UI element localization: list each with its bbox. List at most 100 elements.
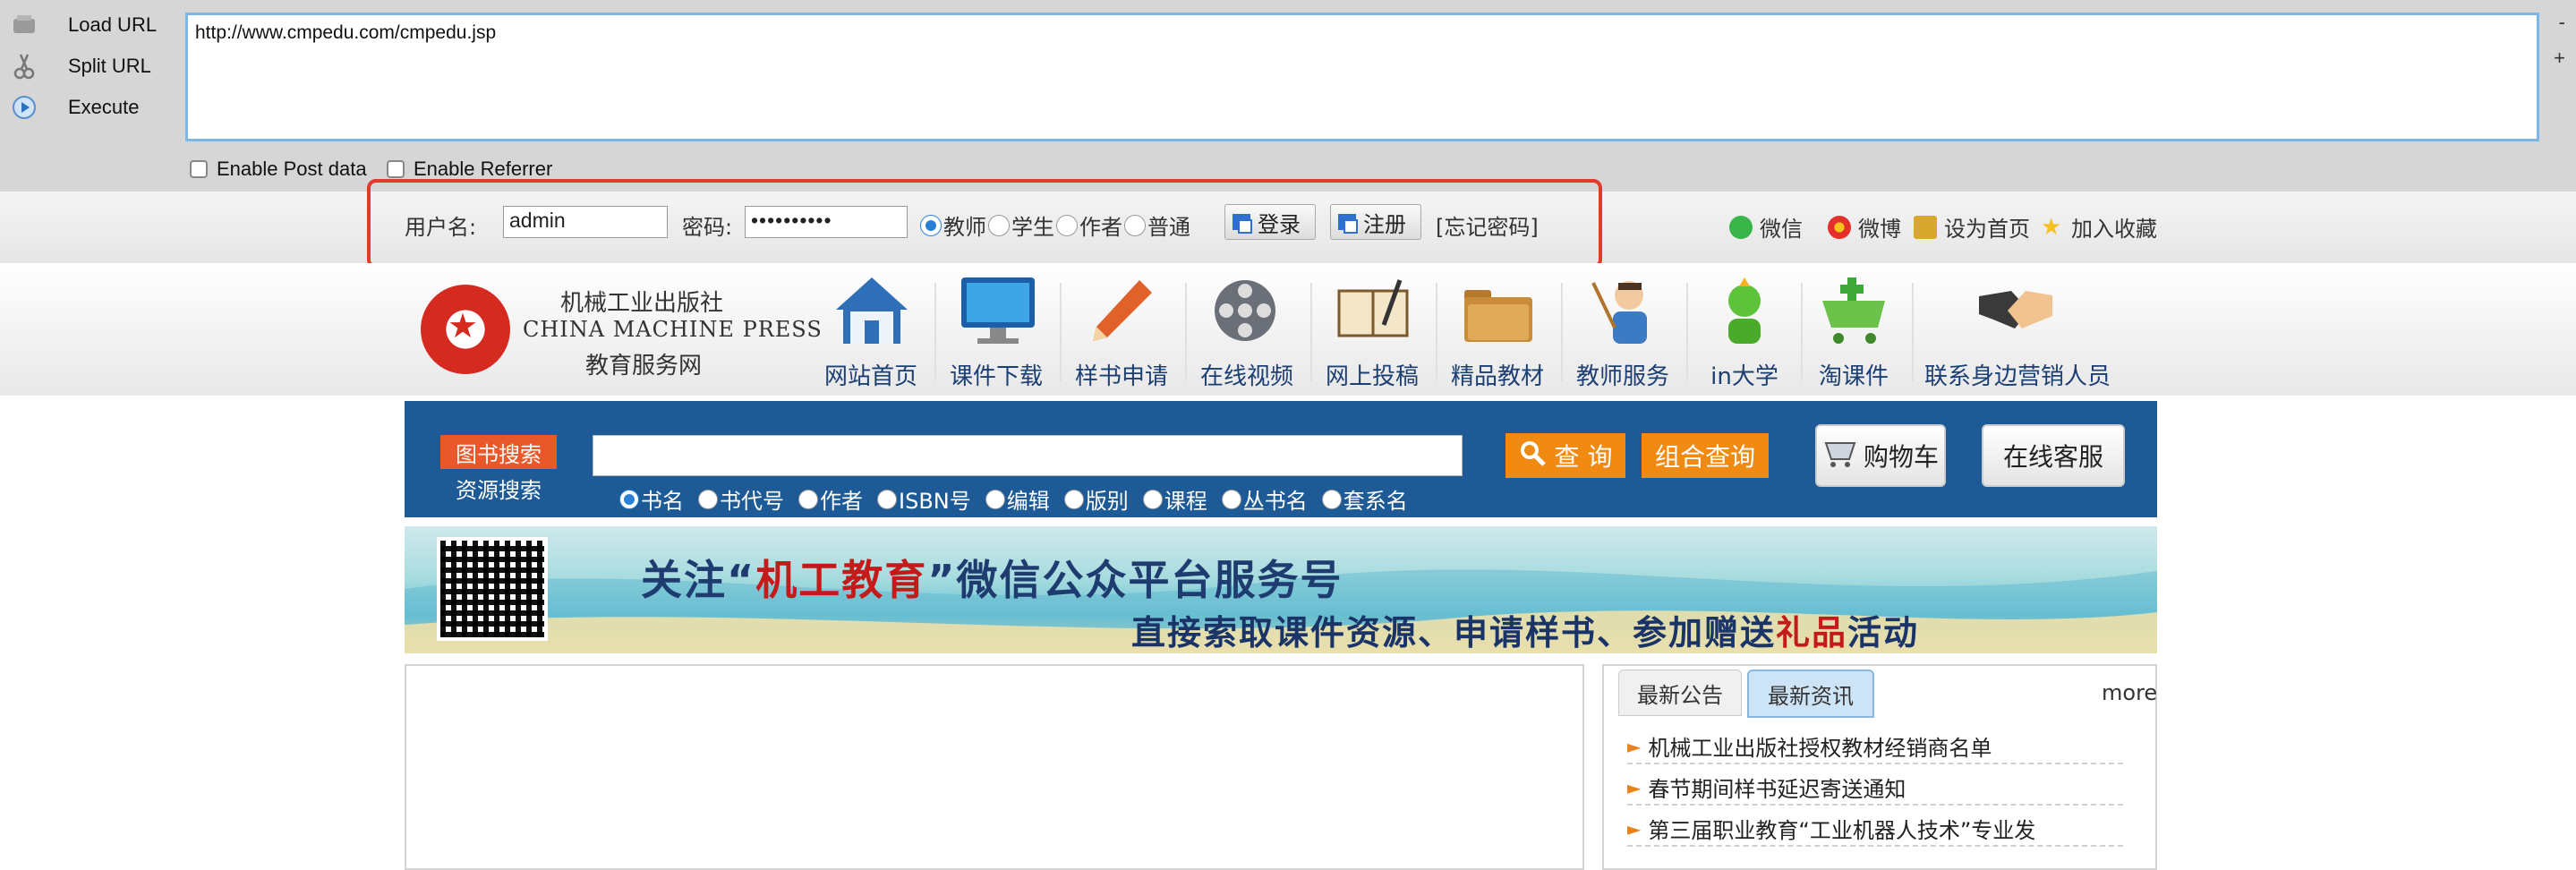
role-radio-normal[interactable] [1124, 214, 1146, 236]
tab-latest-news[interactable]: 最新资讯 [1747, 670, 1874, 718]
username-input[interactable]: admin [503, 206, 668, 238]
tab-latest-notice[interactable]: 最新公告 [1618, 670, 1742, 716]
option-label: 丛书名 [1242, 489, 1308, 514]
book-pen-icon [1334, 272, 1411, 349]
weibo-icon [1828, 215, 1851, 239]
nav-label: 网上投稿 [1325, 363, 1419, 390]
bullet-icon: ► [1627, 817, 1642, 840]
news-item[interactable]: ► 春节期间样书延迟寄送通知 [1627, 772, 1906, 803]
banner-gift-text: 礼品 [1776, 613, 1848, 652]
shopping-cart-button[interactable]: 购物车 [1815, 424, 1946, 487]
bullet-icon: ► [1627, 776, 1642, 798]
play-icon [11, 94, 38, 121]
nav-in-university[interactable]: in大学 [1688, 272, 1801, 397]
option-radio-title[interactable] [619, 489, 639, 509]
nav-teacher-service[interactable]: 教师服务 [1565, 272, 1681, 397]
login-button[interactable]: 登录 [1224, 204, 1316, 240]
press-logo[interactable] [421, 285, 510, 374]
search-input[interactable] [593, 435, 1463, 476]
star-icon: ★ [2041, 213, 2062, 241]
register-button[interactable]: 注册 [1330, 204, 1421, 240]
combo-query-button[interactable]: 组合查询 [1642, 433, 1769, 478]
logo-title-en: CHINA MACHINE PRESS [523, 317, 823, 342]
wechat-link[interactable]: 微信 [1729, 211, 1803, 243]
role-radio-teacher[interactable] [920, 214, 942, 236]
option-label: 套系名 [1343, 489, 1408, 514]
banner-brand-text: 机工教育 [755, 556, 928, 604]
nav-label: 淘课件 [1818, 363, 1889, 390]
option-label: 版别 [1085, 489, 1129, 514]
featured-content-panel [405, 664, 1584, 870]
nav-courseware-download[interactable]: 课件下载 [938, 272, 1054, 397]
weibo-link[interactable]: 微博 [1828, 211, 1901, 243]
more-link[interactable]: more [2102, 680, 2157, 705]
monitor-icon [958, 272, 1035, 349]
folder-icon [1459, 272, 1536, 349]
film-reel-icon [1208, 272, 1285, 349]
news-item-title: 机械工业出版社授权教材经销商名单 [1648, 736, 1992, 761]
wechat-label: 微信 [1760, 217, 1803, 242]
bullet-icon: ► [1627, 735, 1642, 757]
option-radio-author[interactable] [798, 489, 818, 509]
role-radio-student[interactable] [988, 214, 1010, 236]
online-service-button[interactable]: 在线客服 [1982, 424, 2125, 487]
url-textarea[interactable]: http://www.cmpedu.com/cmpedu.jsp [185, 13, 2539, 141]
nav-home[interactable]: 网站首页 [813, 272, 929, 397]
cart-icon [1822, 438, 1858, 474]
news-item[interactable]: ► 第三届职业教育“工业机器人技术”专业发 [1627, 813, 2035, 844]
search-field-options: 书名 书代号 作者 ISBN号 编辑 版别 课程 丛书名 套系名 [619, 483, 1422, 515]
news-item[interactable]: ► 机械工业出版社授权教材经销商名单 [1627, 730, 1992, 762]
news-divider [1627, 845, 2123, 847]
login-button-label: 登录 [1258, 211, 1301, 237]
username-label: 用户名: [405, 215, 477, 240]
nav-label: 课件下载 [949, 363, 1043, 390]
hackbar-toolbar: Load URL Split URL Execute http://www.cm… [0, 0, 2576, 192]
qr-code-image [437, 537, 548, 641]
execute-button[interactable]: Execute [0, 88, 170, 127]
tab-book-search[interactable]: 图书搜索 [440, 435, 557, 469]
password-label: 密码: [682, 215, 733, 240]
weibo-label: 微博 [1858, 217, 1901, 242]
nav-online-submission[interactable]: 网上投稿 [1314, 272, 1430, 397]
split-url-button[interactable]: Split URL [0, 47, 170, 86]
logo-title-cn: 机械工业出版社 [560, 290, 724, 317]
enable-referrer-checkbox[interactable]: Enable Referrer [387, 158, 552, 181]
add-favorite-link[interactable]: ★ 加入收藏 [2041, 211, 2157, 243]
nav-label: 网站首页 [823, 363, 917, 390]
set-homepage-link[interactable]: 设为首页 [1914, 211, 2030, 243]
post-checkbox-box[interactable] [190, 160, 208, 178]
role-radio-author[interactable] [1056, 214, 1078, 236]
query-button[interactable]: 查 询 [1506, 433, 1625, 478]
news-item-title: 春节期间样书延迟寄送通知 [1648, 777, 1906, 802]
role-radio-group: 教师 学生 作者 普通 [920, 209, 1192, 241]
nav-label: in大学 [1710, 363, 1778, 390]
nav-quality-textbooks[interactable]: 精品教材 [1439, 272, 1556, 397]
nav-contact-sales[interactable]: 联系身边营销人员 [1924, 272, 2111, 397]
option-radio-isbn[interactable] [877, 489, 897, 509]
option-radio-code[interactable] [698, 489, 718, 509]
option-radio-course[interactable] [1142, 489, 1163, 509]
role-label: 普通 [1147, 215, 1190, 240]
expand-button[interactable]: + [2554, 47, 2565, 70]
nav-label: 在线视频 [1199, 363, 1293, 390]
option-radio-editor[interactable] [985, 489, 1005, 509]
password-input[interactable]: •••••••••• [745, 206, 908, 238]
load-url-button[interactable]: Load URL [0, 5, 170, 45]
news-divider [1627, 763, 2123, 764]
banner-headline: 关注“机工教育”微信公众平台服务号 [641, 548, 1343, 607]
nav-label: 样书申请 [1074, 363, 1168, 390]
forgot-password-link[interactable]: [忘记密码] [1436, 209, 1539, 241]
enable-post-checkbox[interactable]: Enable Post data [190, 158, 367, 181]
option-radio-edition[interactable] [1063, 489, 1084, 509]
nav-buy-courseware[interactable]: 淘课件 [1797, 272, 1910, 397]
nav-online-video[interactable]: 在线视频 [1189, 272, 1305, 397]
tab-resource-search[interactable]: 资源搜索 [440, 473, 557, 504]
nav-sample-request[interactable]: 样书申请 [1063, 272, 1180, 397]
option-radio-series[interactable] [1221, 489, 1241, 509]
referrer-checkbox-box[interactable] [387, 160, 405, 178]
option-label: 书代号 [720, 489, 784, 514]
shrink-button[interactable]: - [2559, 11, 2565, 34]
favorite-label: 加入收藏 [2071, 217, 2157, 242]
execute-label: Execute [68, 96, 140, 118]
option-radio-set[interactable] [1321, 489, 1342, 509]
